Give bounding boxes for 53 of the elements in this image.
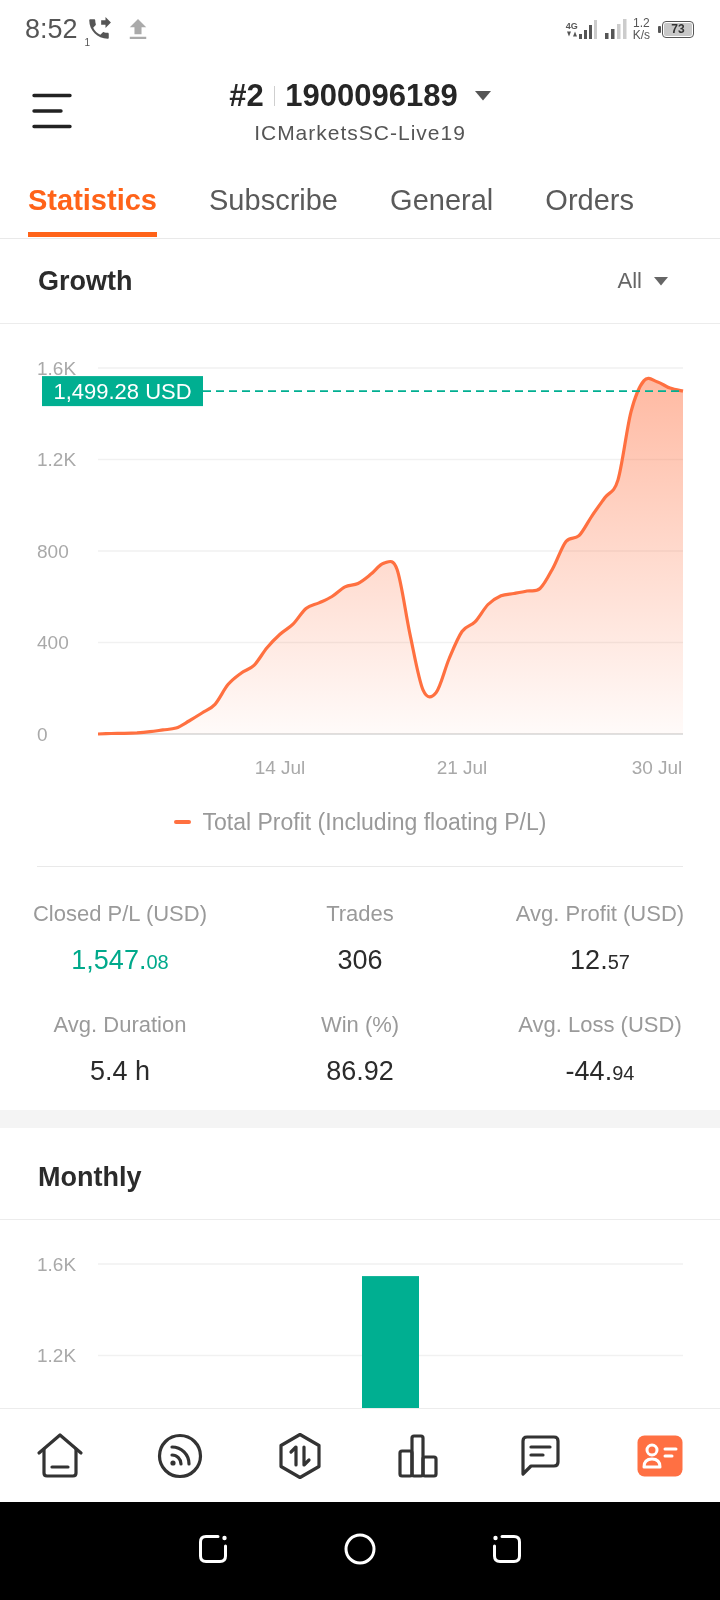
section-title: Monthly	[38, 1162, 142, 1193]
y-axis-label: 1.6K	[37, 357, 77, 379]
period-dropdown[interactable]: All	[617, 268, 668, 294]
dropdown-caret-icon[interactable]	[474, 91, 491, 101]
speed-value-label: 1.2	[633, 17, 650, 29]
tab[interactable]: Orders	[545, 183, 634, 237]
menu-icon[interactable]	[32, 93, 72, 129]
stat-label: Closed P/L (USD)	[33, 900, 207, 928]
speed-unit-label: K/s	[632, 29, 650, 41]
tab[interactable]: General	[390, 183, 494, 237]
section-title: Growth	[38, 265, 133, 297]
legend-label: Total Profit (Including floating P/L)	[202, 808, 547, 836]
clock-time: 8:52	[25, 13, 78, 45]
x-axis-label: 21 Jul	[436, 757, 488, 778]
stat-value: 86.92	[326, 1055, 394, 1088]
data-arrows-icon	[566, 31, 577, 37]
network-type-label: 4G	[565, 21, 578, 31]
home-button-icon[interactable]	[344, 1533, 376, 1565]
signal-icon	[578, 19, 597, 39]
stat-label: Avg. Duration	[53, 1011, 187, 1039]
legend-line-icon	[173, 820, 191, 824]
stat-value: 306	[337, 944, 383, 977]
stat-value: -44.94	[565, 1055, 635, 1088]
account-number-label: 1900096189	[285, 78, 458, 114]
battery-indicator: 73	[658, 20, 694, 38]
caret-icon	[654, 276, 668, 286]
rss-feed-icon[interactable]	[156, 1431, 204, 1480]
y-axis-label: 800	[37, 540, 69, 562]
price-tag: 1,499.28 USD	[42, 376, 203, 407]
x-axis-label: 14 Jul	[254, 757, 306, 778]
stat-label: Trades	[326, 900, 394, 928]
y-axis-label: 1.2K	[37, 449, 77, 470]
tab[interactable]: Subscribe	[209, 183, 338, 237]
y-axis-label: 1.6K	[37, 1253, 77, 1275]
stat-value: 12.57	[570, 944, 630, 977]
home-icon[interactable]	[36, 1431, 84, 1480]
stat-value: 5.4 h	[89, 1055, 151, 1088]
ref-line-label: 1,499.28 USD	[53, 378, 192, 404]
stat-value: 1,547.08	[71, 944, 169, 977]
recent-apps-icon[interactable]	[197, 1533, 229, 1565]
back-icon[interactable]	[491, 1533, 523, 1565]
hexagon-arrows-icon[interactable]	[276, 1431, 324, 1480]
y-axis-label: 0	[37, 723, 48, 745]
signal-icon	[604, 19, 627, 39]
y-axis-label: 1.2K	[37, 1344, 77, 1366]
x-axis-label: 30 Jul	[631, 757, 683, 778]
stat-label: Win (%)	[320, 1011, 400, 1039]
stat-label: Avg. Loss (USD)	[518, 1011, 682, 1039]
sim-slot-label: 1	[84, 38, 91, 48]
server-name-label: ICMarketsSC-Live19	[254, 120, 466, 146]
account-index-label: #2	[229, 78, 264, 114]
y-axis-label: 400	[37, 632, 69, 653]
stat-label: Avg. Profit (USD)	[515, 900, 685, 928]
